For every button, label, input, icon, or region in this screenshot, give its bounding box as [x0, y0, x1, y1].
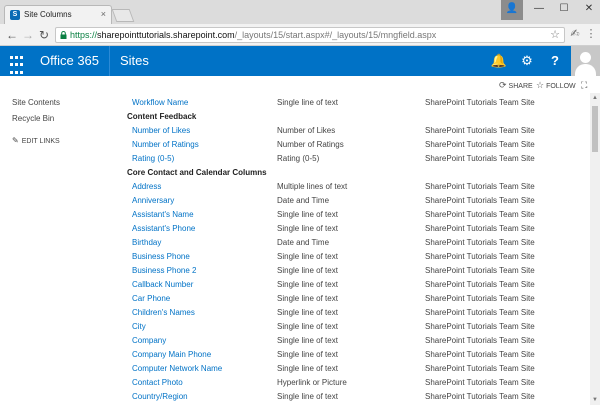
- table-row: Birthday Date and Time SharePoint Tutori…: [0, 238, 590, 252]
- column-name-link[interactable]: Company: [132, 336, 166, 345]
- table-row: Business Phone 2 Single line of text Sha…: [0, 266, 590, 280]
- table-row: Callback Number Single line of text Shar…: [0, 280, 590, 294]
- column-source: SharePoint Tutorials Team Site: [425, 154, 535, 163]
- table-row: Children's Names Single line of text Sha…: [0, 308, 590, 322]
- table-row: Number of Likes Number of Likes SharePoi…: [0, 126, 590, 140]
- column-source: SharePoint Tutorials Team Site: [425, 210, 535, 219]
- column-source: SharePoint Tutorials Team Site: [425, 378, 535, 387]
- column-source: SharePoint Tutorials Team Site: [425, 252, 535, 261]
- table-row: Anniversary Date and Time SharePoint Tut…: [0, 196, 590, 210]
- table-row: Address Multiple lines of text SharePoin…: [0, 182, 590, 196]
- column-name-link[interactable]: Workflow Name: [132, 98, 188, 107]
- group-header-core-contact: Core Contact and Calendar Columns: [127, 168, 267, 177]
- group-header-content-feedback: Content Feedback: [127, 112, 197, 121]
- column-type: Number of Ratings: [277, 140, 344, 149]
- table-row: Business Phone Single line of text Share…: [0, 252, 590, 266]
- column-type: Single line of text: [277, 266, 338, 275]
- column-name-link[interactable]: Computer Network Name: [132, 364, 222, 373]
- column-type: Single line of text: [277, 322, 338, 331]
- column-name-link[interactable]: Children's Names: [132, 308, 195, 317]
- site-columns-table: Workflow Name Single line of text ShareP…: [0, 0, 590, 405]
- column-type: Date and Time: [277, 196, 330, 205]
- column-type: Multiple lines of text: [277, 182, 348, 191]
- column-name-link[interactable]: Anniversary: [132, 196, 174, 205]
- table-row: Company Main Phone Single line of text S…: [0, 350, 590, 364]
- column-type: Single line of text: [277, 210, 338, 219]
- column-source: SharePoint Tutorials Team Site: [425, 364, 535, 373]
- column-source: SharePoint Tutorials Team Site: [425, 196, 535, 205]
- column-type: Hyperlink or Picture: [277, 378, 347, 387]
- table-row: Workflow Name Single line of text ShareP…: [0, 98, 590, 112]
- column-source: SharePoint Tutorials Team Site: [425, 98, 535, 107]
- table-row: Country/Region Single line of text Share…: [0, 392, 590, 405]
- column-type: Single line of text: [277, 294, 338, 303]
- column-source: SharePoint Tutorials Team Site: [425, 308, 535, 317]
- column-name-link[interactable]: City: [132, 322, 146, 331]
- column-name-link[interactable]: Assistant's Phone: [132, 224, 195, 233]
- column-source: SharePoint Tutorials Team Site: [425, 182, 535, 191]
- column-name-link[interactable]: Contact Photo: [132, 378, 183, 387]
- table-row: Number of Ratings Number of Ratings Shar…: [0, 140, 590, 154]
- scroll-down-arrow-icon[interactable]: ▼: [590, 395, 600, 405]
- column-source: SharePoint Tutorials Team Site: [425, 322, 535, 331]
- column-type: Single line of text: [277, 308, 338, 317]
- table-row: Car Phone Single line of text SharePoint…: [0, 294, 590, 308]
- column-name-link[interactable]: Number of Ratings: [132, 140, 199, 149]
- column-name-link[interactable]: Assistant's Name: [132, 210, 194, 219]
- table-row: Company Single line of text SharePoint T…: [0, 336, 590, 350]
- column-source: SharePoint Tutorials Team Site: [425, 224, 535, 233]
- column-type: Single line of text: [277, 392, 338, 401]
- table-row: Assistant's Phone Single line of text Sh…: [0, 224, 590, 238]
- column-type: Number of Likes: [277, 126, 336, 135]
- column-source: SharePoint Tutorials Team Site: [425, 266, 535, 275]
- column-source: SharePoint Tutorials Team Site: [425, 336, 535, 345]
- table-row: Computer Network Name Single line of tex…: [0, 364, 590, 378]
- table-row: Contact Photo Hyperlink or Picture Share…: [0, 378, 590, 392]
- column-name-link[interactable]: Callback Number: [132, 280, 193, 289]
- column-type: Date and Time: [277, 238, 330, 247]
- table-row: City Single line of text SharePoint Tuto…: [0, 322, 590, 336]
- column-name-link[interactable]: Address: [132, 182, 161, 191]
- column-source: SharePoint Tutorials Team Site: [425, 126, 535, 135]
- column-type: Rating (0-5): [277, 154, 320, 163]
- column-type: Single line of text: [277, 252, 338, 261]
- column-name-link[interactable]: Birthday: [132, 238, 161, 247]
- column-source: SharePoint Tutorials Team Site: [425, 392, 535, 401]
- column-name-link[interactable]: Country/Region: [132, 392, 188, 401]
- table-row: Assistant's Name Single line of text Sha…: [0, 210, 590, 224]
- column-type: Single line of text: [277, 224, 338, 233]
- column-name-link[interactable]: Car Phone: [132, 294, 170, 303]
- column-name-link[interactable]: Business Phone 2: [132, 266, 197, 275]
- column-type: Single line of text: [277, 280, 338, 289]
- column-source: SharePoint Tutorials Team Site: [425, 238, 535, 247]
- column-type: Single line of text: [277, 98, 338, 107]
- column-source: SharePoint Tutorials Team Site: [425, 280, 535, 289]
- column-source: SharePoint Tutorials Team Site: [425, 350, 535, 359]
- column-name-link[interactable]: Company Main Phone: [132, 350, 211, 359]
- column-type: Single line of text: [277, 336, 338, 345]
- column-name-link[interactable]: Number of Likes: [132, 126, 190, 135]
- column-type: Single line of text: [277, 350, 338, 359]
- column-source: SharePoint Tutorials Team Site: [425, 140, 535, 149]
- column-name-link[interactable]: Business Phone: [132, 252, 190, 261]
- scrollbar-thumb[interactable]: [592, 106, 598, 152]
- scroll-up-arrow-icon[interactable]: ▲: [590, 93, 600, 103]
- column-source: SharePoint Tutorials Team Site: [425, 294, 535, 303]
- column-name-link[interactable]: Rating (0-5): [132, 154, 174, 163]
- table-row: Rating (0-5) Rating (0-5) SharePoint Tut…: [0, 154, 590, 168]
- column-type: Single line of text: [277, 364, 338, 373]
